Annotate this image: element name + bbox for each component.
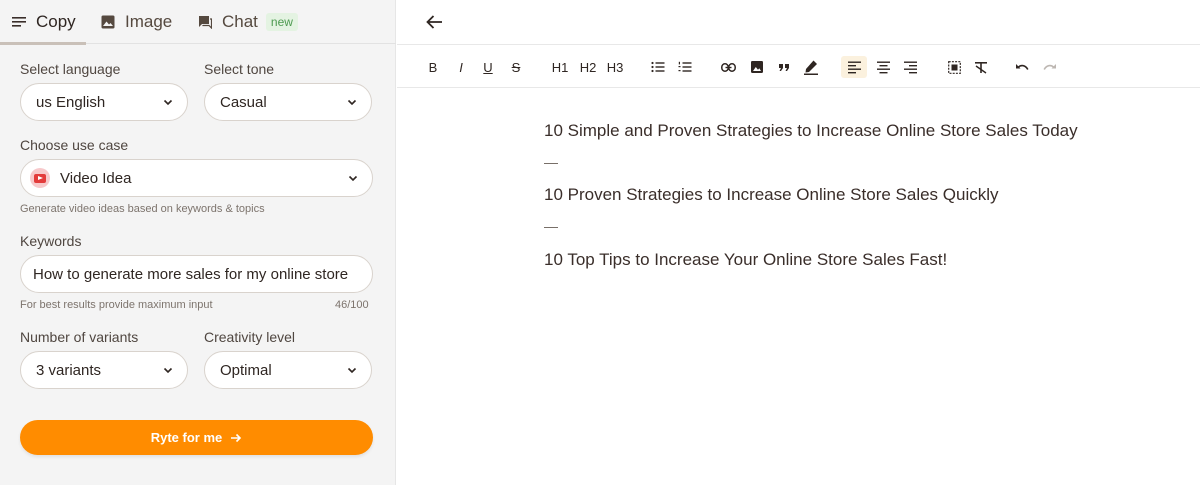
back-button[interactable]: [424, 11, 446, 33]
menu-icon: [12, 17, 26, 27]
creativity-select[interactable]: Optimal: [204, 351, 372, 389]
chevron-down-icon: [347, 99, 357, 106]
chevron-down-icon: [347, 367, 357, 374]
tab-image[interactable]: Image: [101, 0, 172, 44]
numbered-list-icon: [678, 61, 692, 72]
quote-icon: [779, 63, 789, 71]
align-right-icon: [903, 61, 917, 73]
ryte-for-me-label: Ryte for me: [150, 430, 223, 445]
insert-image-button[interactable]: [749, 56, 765, 78]
bullet-list-icon: [651, 61, 665, 73]
keywords-char-count: 46/100: [335, 299, 369, 311]
tab-copy-label: Copy: [36, 12, 76, 31]
use-case-label: Choose use case: [20, 137, 129, 153]
use-case-value: Video Idea: [60, 169, 132, 187]
tone-select[interactable]: Casual: [204, 83, 372, 121]
keywords-input[interactable]: How to generate more sales for my online…: [20, 255, 373, 293]
align-right-button[interactable]: [902, 56, 918, 78]
align-left-button[interactable]: [841, 56, 867, 78]
h1-button[interactable]: H1: [549, 56, 571, 78]
separator-2: —: [544, 218, 558, 234]
tab-chat[interactable]: Chat new: [198, 0, 298, 44]
tone-label: Select tone: [204, 61, 275, 77]
h3-button[interactable]: H3: [604, 56, 626, 78]
creativity-label: Creativity level: [204, 329, 296, 345]
use-case-select[interactable]: Video Idea: [20, 159, 373, 197]
keywords-hint: For best results provide maximum input: [20, 299, 213, 311]
use-case-hint: Generate video ideas based on keywords &…: [20, 203, 265, 215]
chevron-down-icon: [163, 367, 173, 374]
chevron-down-icon: [348, 175, 358, 182]
ryte-for-me-button[interactable]: Ryte for me: [20, 420, 373, 455]
active-tab-indicator: [0, 42, 86, 45]
select-all-button[interactable]: [946, 56, 962, 78]
tone-value: Casual: [220, 93, 267, 111]
variants-value: 3 variants: [36, 361, 102, 379]
new-badge: new: [265, 13, 298, 31]
tab-copy[interactable]: Copy: [12, 0, 76, 44]
strikethrough-button[interactable]: S: [509, 56, 523, 78]
language-value: us English: [36, 93, 106, 111]
chevron-down-icon: [163, 99, 173, 106]
keywords-label: Keywords: [20, 233, 82, 249]
quote-button[interactable]: [777, 56, 791, 78]
link-icon: [720, 62, 736, 72]
clear-format-icon: [975, 61, 987, 74]
arrow-left-icon: [426, 15, 442, 29]
result-line-3: 10 Top Tips to Increase Your Online Stor…: [544, 250, 948, 269]
pen-icon: [804, 60, 818, 75]
italic-button[interactable]: I: [454, 56, 468, 78]
mode-tabs: Copy Image Chat new: [0, 0, 396, 45]
separator-1: —: [544, 154, 558, 170]
highlight-button[interactable]: [802, 56, 820, 78]
editor-toolbar: B I U S H1 H2 H3: [397, 45, 1200, 88]
select-all-icon: [947, 60, 961, 74]
language-select[interactable]: us English: [20, 83, 188, 121]
image-icon: [751, 61, 763, 73]
result-line-2: 10 Proven Strategies to Increase Online …: [544, 185, 999, 204]
undo-button[interactable]: [1014, 56, 1030, 78]
undo-icon: [1016, 64, 1029, 70]
creativity-value: Optimal: [220, 361, 272, 379]
h2-button[interactable]: H2: [577, 56, 599, 78]
bold-button[interactable]: B: [426, 56, 440, 78]
align-center-icon: [876, 61, 890, 73]
generator-panel: Copy Image Chat new Select language Sele…: [0, 0, 396, 485]
tab-image-label: Image: [125, 12, 173, 31]
redo-button[interactable]: [1042, 56, 1058, 78]
tab-chat-label: Chat: [222, 12, 258, 31]
clear-format-button[interactable]: [973, 56, 989, 78]
arrow-right-icon: [231, 433, 242, 442]
align-left-icon: [847, 61, 861, 73]
link-button[interactable]: [720, 56, 736, 78]
bullet-list-button[interactable]: [650, 56, 666, 78]
redo-icon: [1043, 64, 1056, 70]
variants-label: Number of variants: [20, 329, 139, 345]
result-line-1: 10 Simple and Proven Strategies to Incre…: [544, 121, 1078, 140]
youtube-icon: [30, 168, 50, 188]
chat-icon: [199, 16, 212, 29]
numbered-list-button[interactable]: [677, 56, 693, 78]
underline-button[interactable]: U: [481, 56, 495, 78]
align-center-button[interactable]: [875, 56, 891, 78]
language-label: Select language: [20, 61, 121, 77]
image-icon: [101, 15, 115, 29]
variants-select[interactable]: 3 variants: [20, 351, 188, 389]
